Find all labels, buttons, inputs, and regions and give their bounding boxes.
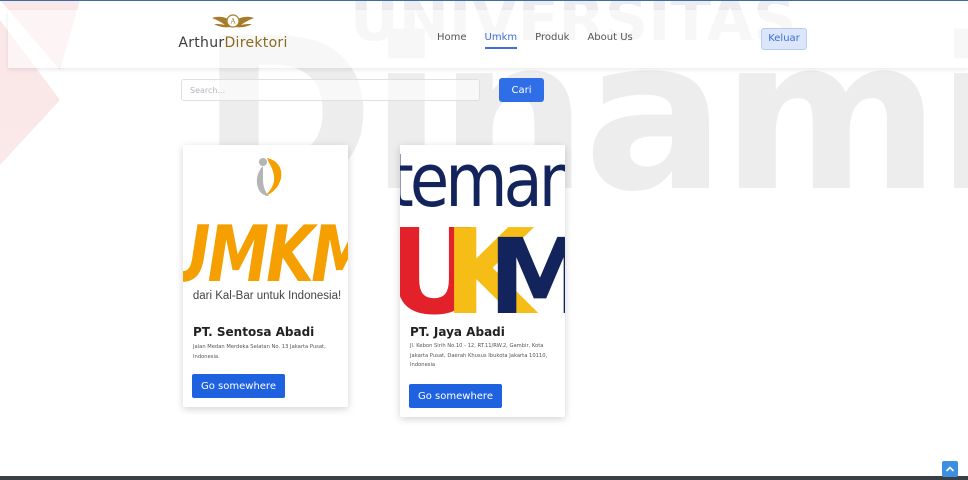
- brand-name: ArthurDirektori: [178, 35, 288, 51]
- nav-home[interactable]: Home: [437, 32, 467, 49]
- card-image-teman-ukm-logo: teman U K M: [400, 145, 565, 320]
- nav-about-us[interactable]: About Us: [587, 32, 632, 49]
- scroll-top-button[interactable]: [942, 461, 958, 477]
- logout-button[interactable]: Keluar: [761, 28, 807, 50]
- go-somewhere-button[interactable]: Go somewhere: [409, 384, 502, 408]
- brand-name-part2: Direktori: [224, 35, 288, 51]
- brand-name-part1: Arthur: [178, 35, 225, 51]
- nav-produk[interactable]: Produk: [535, 32, 569, 49]
- brand[interactable]: A ArthurDirektori: [178, 12, 288, 62]
- svg-text:A: A: [229, 18, 236, 26]
- umkm-card: UMKM dari Kal-Bar untuk Indonesia! PT. S…: [183, 145, 348, 407]
- footer-bar: [0, 476, 968, 480]
- top-border-line: [0, 0, 968, 1]
- ukm-letter-m: M: [488, 216, 565, 320]
- umkm-logo-text: UMKM: [183, 209, 348, 300]
- chevron-up-icon: [946, 466, 954, 472]
- umkm-logo-image: UMKM dari Kal-Bar untuk Indonesia!: [183, 145, 348, 317]
- search-button[interactable]: Cari: [499, 78, 544, 102]
- card-image-umkm-logo: UMKM dari Kal-Bar untuk Indonesia!: [183, 145, 348, 317]
- search-input[interactable]: [181, 79, 480, 101]
- card-title: PT. Jaya Abadi: [410, 325, 505, 339]
- winged-emblem-icon: A: [212, 14, 254, 28]
- top-navbar: A ArthurDirektori Home Umkm Produk About…: [8, 10, 968, 68]
- go-somewhere-button[interactable]: Go somewhere: [192, 374, 285, 398]
- nav-umkm[interactable]: Umkm: [484, 32, 517, 49]
- card-address: Jl. Kebon Sirih No.10 - 12, RT.11/RW.2, …: [410, 343, 548, 368]
- nav-links: Home Umkm Produk About Us: [437, 32, 651, 49]
- teman-ukm-logo-image: teman U K M: [400, 145, 565, 320]
- umkm-card: teman U K M PT. Jaya Abadi Jl. Kebon Sir…: [400, 145, 565, 417]
- card-address: Jalan Medan Merdeka Selatan No. 13 Jakar…: [193, 344, 326, 360]
- card-title: PT. Sentosa Abadi: [193, 325, 315, 339]
- umkm-logo-tagline: dari Kal-Bar untuk Indonesia!: [193, 290, 341, 302]
